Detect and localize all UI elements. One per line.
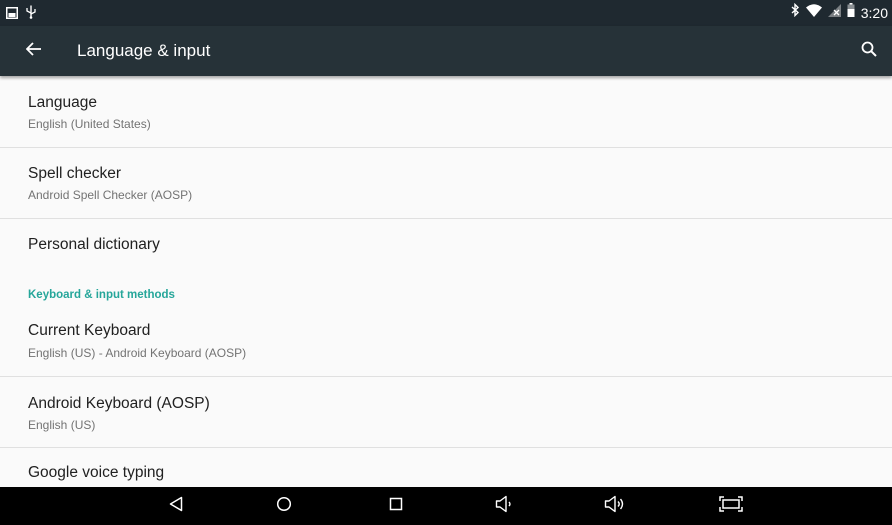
no-signal-icon <box>827 3 841 22</box>
nav-home-button[interactable] <box>271 494 297 518</box>
pref-google-voice-typing[interactable]: Google voice typing <box>0 448 892 487</box>
pref-language-title: Language <box>28 94 97 111</box>
pref-android-keyboard-summary: English (US) <box>28 418 96 432</box>
volume-down-icon <box>495 495 515 518</box>
status-bar: 3:20 <box>0 0 892 26</box>
back-button[interactable] <box>22 39 46 63</box>
screenshot-icon <box>6 6 18 24</box>
pref-spell-checker-title: Spell checker <box>28 165 122 182</box>
navigation-bar <box>0 487 892 525</box>
pref-current-keyboard-summary: English (US) - Android Keyboard (AOSP) <box>28 346 247 360</box>
nav-volume-up-button[interactable] <box>602 494 628 518</box>
pref-spell-checker[interactable]: Spell checker Android Spell Checker (AOS… <box>0 148 892 218</box>
page-title: Language & input <box>77 41 211 60</box>
pref-language[interactable]: Language English (United States) <box>0 76 892 147</box>
volume-up-icon <box>604 495 626 518</box>
search-icon <box>861 41 877 62</box>
bluetooth-icon <box>791 2 800 22</box>
status-left-icons <box>6 5 36 24</box>
app-bar: Language & input <box>0 26 892 76</box>
nav-volume-down-button[interactable] <box>492 494 518 518</box>
pref-current-keyboard-title: Current Keyboard <box>28 322 151 339</box>
battery-icon <box>847 3 855 22</box>
nav-back-button[interactable] <box>163 494 189 518</box>
home-icon <box>276 496 292 517</box>
pref-google-voice-typing-title: Google voice typing <box>28 464 165 481</box>
wifi-icon <box>805 3 822 22</box>
search-button[interactable] <box>858 40 880 62</box>
pref-personal-dictionary-title: Personal dictionary <box>28 236 160 253</box>
settings-list: Language English (United States) Spell c… <box>0 76 892 487</box>
status-time: 3:20 <box>860 4 888 21</box>
pref-personal-dictionary[interactable]: Personal dictionary <box>0 219 892 271</box>
nav-recents-button[interactable] <box>383 494 409 518</box>
screenshot-capture-icon <box>719 495 743 517</box>
nav-screenshot-button[interactable] <box>716 494 746 518</box>
pref-language-summary: English (United States) <box>28 117 151 131</box>
usb-icon <box>26 5 36 24</box>
back-icon <box>169 496 183 517</box>
pref-android-keyboard-title: Android Keyboard (AOSP) <box>28 395 210 412</box>
arrow-back-icon <box>25 41 42 62</box>
pref-android-keyboard[interactable]: Android Keyboard (AOSP) English (US) <box>0 377 892 447</box>
recents-icon <box>389 497 403 516</box>
status-right-icons: 3:20 <box>791 2 888 22</box>
pref-spell-checker-summary: Android Spell Checker (AOSP) <box>28 188 193 202</box>
pref-current-keyboard[interactable]: Current Keyboard English (US) - Android … <box>0 306 892 376</box>
category-keyboard-input-methods: Keyboard & input methods <box>28 289 175 301</box>
